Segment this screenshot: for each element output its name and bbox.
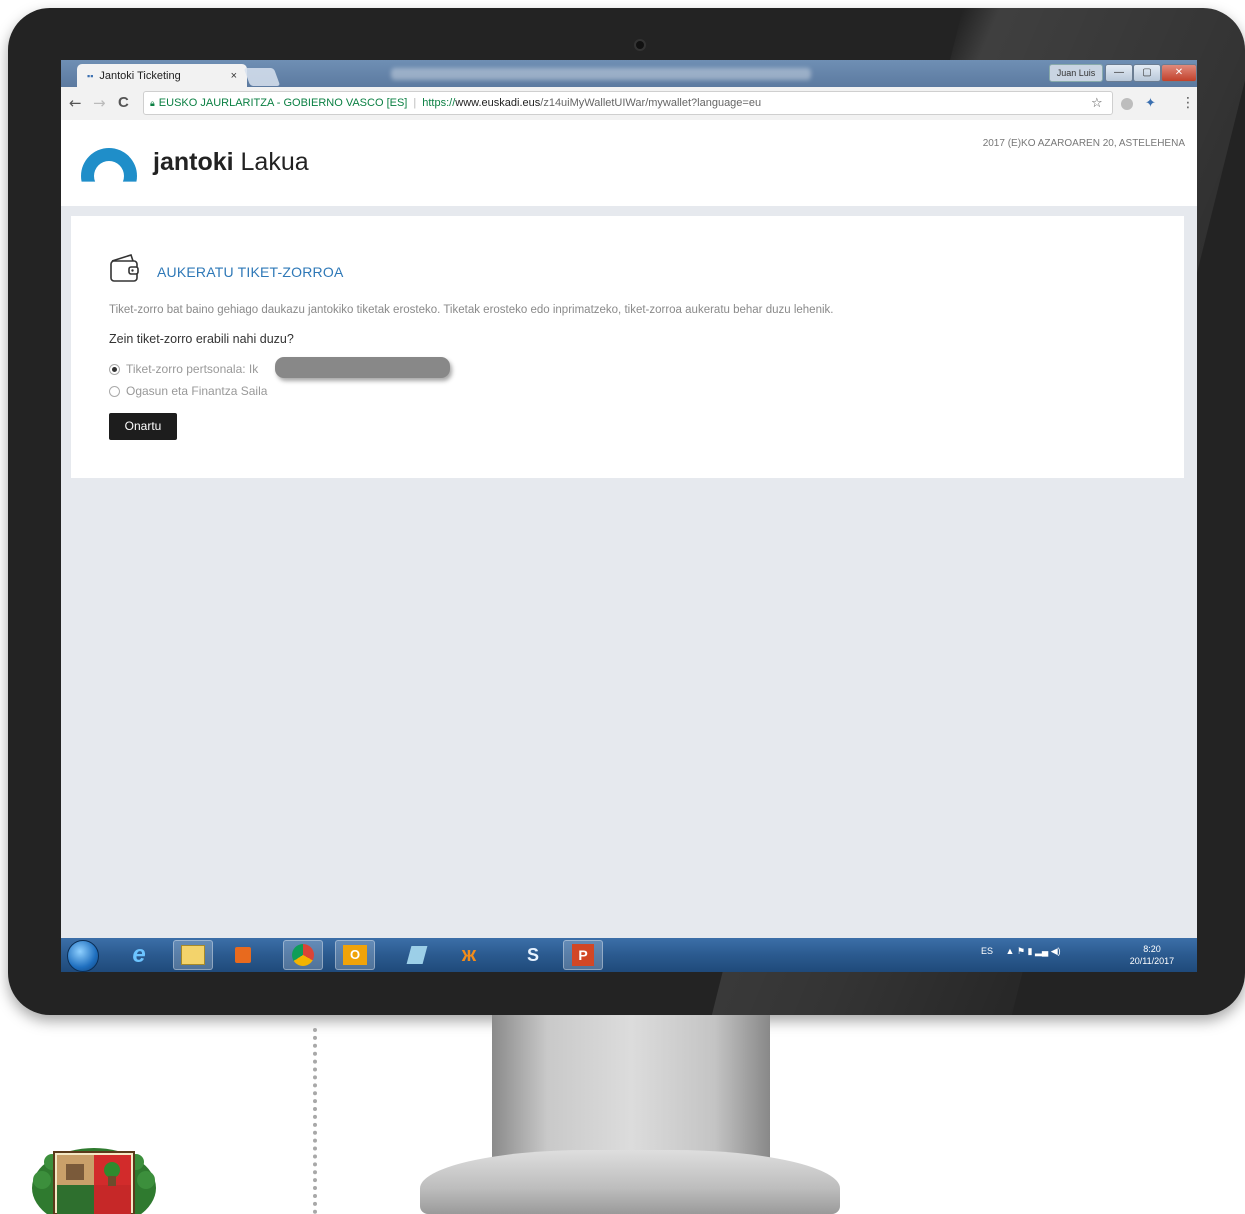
current-date: 2017 (E)KO AZAROAREN 20, ASTELEHENA [982,138,1185,149]
new-tab-button[interactable] [243,68,281,86]
jantoki-favicon-icon: ▪▪ [87,70,94,81]
forward-arrow-icon[interactable]: → [93,94,106,112]
wallet-option-department[interactable]: Ogasun eta Finantza Saila [109,384,267,398]
brand-rest: Lakua [233,148,309,176]
accept-button[interactable]: Onartu [109,413,177,440]
file-explorer-icon[interactable] [173,940,213,970]
outlook-icon[interactable]: O [335,940,375,970]
maximize-button[interactable]: ▢ [1133,64,1161,82]
tab-close-icon[interactable]: × [231,70,237,82]
tray-icons[interactable]: ▲ ⚑ ▮ ▂▄ ◀) [1006,946,1061,956]
wallet-question: Zein tiket-zorro erabili nahi duzu? [109,332,294,346]
minimize-button[interactable]: — [1105,64,1133,82]
screen: ▪▪ Jantoki Ticketing × Juan Luis — ▢ ✕ ←… [61,60,1197,972]
site-header: jantoki Lakua 2017 (E)KO AZAROAREN 20, A… [61,120,1197,206]
wallet-selection-card: AUKERATU TIKET-ZORROA Tiket-zorro bat ba… [71,216,1184,478]
url-scheme: https:// [422,97,456,109]
wallet-option-label: Tiket-zorro pertsonala: Ik [126,362,259,376]
user-profile-button[interactable]: Juan Luis [1049,64,1103,82]
chrome-icon[interactable] [283,940,323,970]
url-host: www.euskadi.eus [455,97,541,109]
blurred-window-title [391,68,811,80]
close-window-button[interactable]: ✕ [1161,64,1197,82]
address-bar[interactable]: 🔒︎ EUSKO JAURLARITZA - GOBIERNO VASCO [ES… [143,91,1113,115]
clock-date: 20/11/2017 [1129,956,1175,966]
tab-title: Jantoki Ticketing [99,69,181,82]
skype-for-business-icon[interactable]: S [513,940,553,970]
site-brand[interactable]: jantoki Lakua [153,148,309,177]
notes-icon[interactable] [397,940,437,970]
tab-jantoki-ticketing[interactable]: ▪▪ Jantoki Ticketing × [77,64,247,87]
basque-government-coat-of-arms-logo [32,1148,156,1214]
radio-button[interactable] [109,385,120,397]
page-title: AUKERATU TIKET-ZORROA [157,264,344,280]
outlook-glyph: O [343,945,367,965]
jantoki-logo-icon [81,148,137,182]
powerpoint-icon[interactable]: P [563,940,603,970]
system-clock[interactable]: 8:20 20/11/2017 [1123,943,1181,967]
redacted-wallet-id [275,357,450,378]
start-button[interactable] [67,940,99,972]
wallet-icon [110,254,139,282]
wallet-option-personal[interactable]: Tiket-zorro pertsonala: Ik [109,362,258,376]
extension-puzzle-icon[interactable]: ✦ [1145,96,1156,111]
butterfly-icon[interactable]: ж [449,940,489,970]
webcam-icon [634,39,646,51]
monitor-stand [492,1015,770,1165]
brand-bold: jantoki [153,148,234,176]
browser-toolbar: ← → C 🔒︎ EUSKO JAURLARITZA - GOBIERNO VAS… [61,87,1197,121]
bookmark-star-icon[interactable]: ☆ [1091,96,1103,111]
powerpoint-glyph: P [572,944,594,966]
wallet-option-label: Ogasun eta Finantza Saila [126,384,268,398]
url-path: /z14uiMyWalletUIWar/mywallet?language=eu [540,97,762,109]
clock-time: 8:20 [1143,944,1161,954]
site-identity: EUSKO JAURLARITZA - GOBIERNO VASCO [ES] [158,97,408,109]
lock-icon: 🔒︎ [150,98,155,108]
monitor-stand-base [420,1150,840,1214]
address-separator: | [413,97,417,109]
browser-tab-strip: ▪▪ Jantoki Ticketing × Juan Luis — ▢ ✕ [61,60,1197,87]
media-player-icon[interactable] [223,940,263,970]
dotted-divider [313,1028,317,1214]
internet-explorer-icon[interactable]: e [119,940,159,970]
back-arrow-icon[interactable]: ← [69,94,82,112]
system-tray: ES ▲ ⚑ ▮ ▂▄ ◀) [981,946,1061,957]
reload-icon[interactable]: C [118,94,129,111]
page-description: Tiket-zorro bat baino gehiago daukazu ja… [109,304,834,316]
windows-taskbar: e O ж S P ES ▲ ⚑ ▮ ▂▄ ◀) 8:20 20/11/2017 [61,938,1197,972]
language-indicator[interactable]: ES [981,946,993,956]
radio-button-selected[interactable] [109,363,120,375]
browser-menu-icon[interactable]: ⋮ [1181,95,1195,111]
extension-icon[interactable] [1121,98,1133,110]
